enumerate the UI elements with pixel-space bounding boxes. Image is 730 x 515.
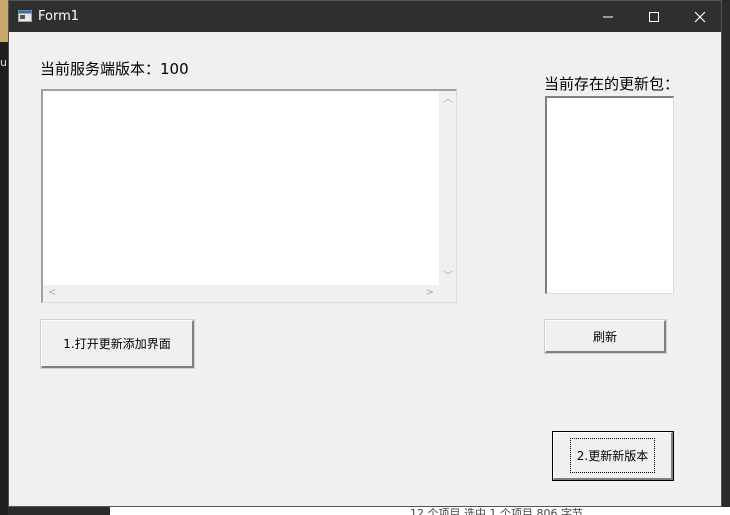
update-version-label: 2.更新新版本 (569, 438, 656, 473)
minimize-icon (603, 16, 613, 17)
background-text: u (0, 56, 7, 69)
form-window: Form1 当前服务端版本：100 当前存在的更新包： ︿ ﹀ < > 1.打开… (8, 0, 722, 507)
maximize-button[interactable] (631, 1, 677, 32)
scroll-right-icon[interactable]: > (426, 288, 434, 298)
desktop-left-strip: u (0, 0, 8, 515)
existing-packages-label: 当前存在的更新包： (544, 75, 680, 93)
open-update-add-button[interactable]: 1.打开更新添加界面 (40, 319, 195, 369)
refresh-button[interactable]: 刷新 (544, 319, 667, 354)
window-title: Form1 (38, 9, 80, 24)
scroll-left-icon[interactable]: < (48, 288, 56, 298)
folder-icon (0, 0, 8, 42)
scroll-up-icon[interactable]: ︿ (443, 95, 453, 105)
server-version-label: 当前服务端版本：100 (40, 60, 189, 78)
packages-listbox[interactable] (545, 96, 674, 294)
title-bar[interactable]: Form1 (9, 1, 721, 32)
horizontal-scrollbar[interactable]: < > (43, 285, 439, 302)
vertical-scrollbar[interactable]: ︿ ﹀ (439, 91, 456, 286)
app-icon (18, 10, 32, 22)
log-textbox[interactable]: ︿ ﹀ < > (41, 89, 457, 303)
close-button[interactable] (677, 1, 723, 32)
close-icon (694, 11, 706, 22)
maximize-icon (649, 11, 659, 22)
update-version-button[interactable]: 2.更新新版本 (552, 431, 674, 481)
scroll-down-icon[interactable]: ﹀ (443, 272, 453, 282)
minimize-button[interactable] (585, 1, 631, 32)
background-status-text: 12 个项目 选中 1 个项目 806 字节 (410, 507, 583, 515)
scrollbar-corner (439, 285, 456, 302)
